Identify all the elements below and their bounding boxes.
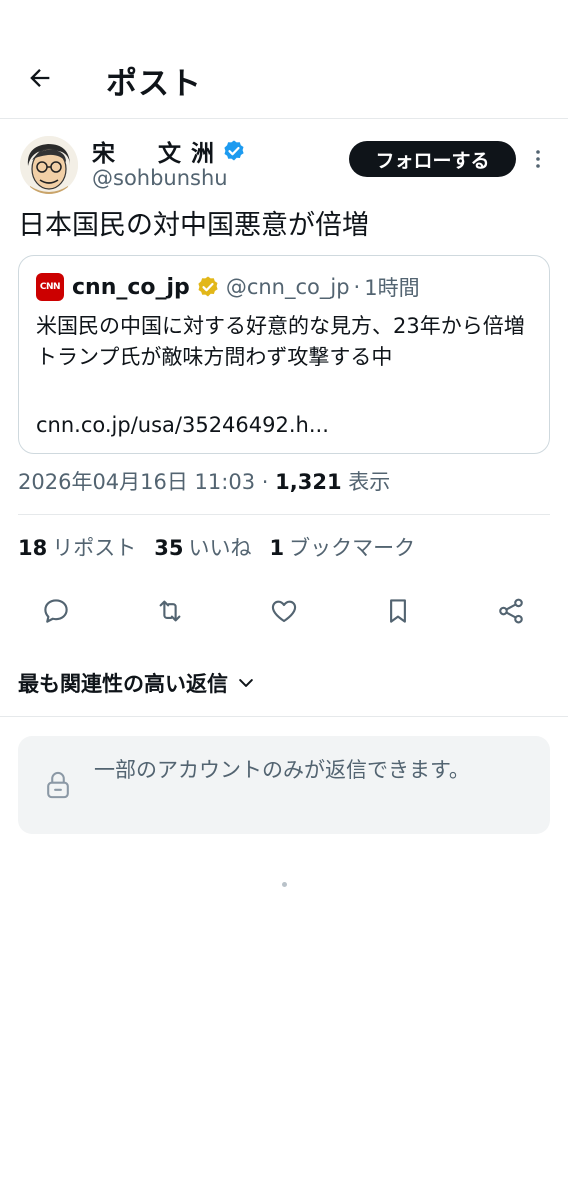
quoted-author-handle: @cnn_co_jp [225,275,350,299]
follow-button[interactable]: フォローする [349,141,516,177]
avatar[interactable] [20,136,78,194]
quoted-post-header: CNN cnn_co_jp @cnn_co_jp · 1時間 [36,272,420,302]
view-count: 1,321 [275,470,342,494]
loading-indicator [282,882,287,887]
action-bar [0,596,568,632]
cnn-logo: CNN [36,273,64,301]
separator-dot: · [261,470,269,494]
chevron-down-icon [239,679,253,687]
quoted-post-link[interactable]: cnn.co.jp/usa/35246492.h... [36,410,329,441]
author-handle[interactable]: @sohbunshu [92,166,228,190]
likes-label: いいね [188,536,252,560]
bookmarks-count: 1 [269,536,285,560]
divider [0,716,568,717]
reposts-count: 18 [18,536,48,560]
divider [18,514,550,515]
bookmarks-label: ブックマーク [289,536,416,560]
author-display-name[interactable]: 宋 文洲 [92,134,224,168]
reply-icon[interactable] [41,596,71,626]
bookmarks-stat[interactable]: 1 ブックマーク [269,532,415,562]
quoted-post-text: 米国民の中国に対する好意的な見方、23年から倍増 トランプ氏が敵味方問わず攻撃す… [36,314,546,369]
likes-count: 35 [154,536,184,560]
top-bar: ポスト [0,0,568,119]
repost-icon[interactable] [155,596,185,626]
like-icon[interactable] [269,596,299,626]
quoted-author-name: cnn_co_jp [72,274,190,300]
lock-icon [47,771,69,799]
reply-restriction-text: 一部のアカウントのみが返信できます。 [94,758,470,782]
views-label: 表示 [348,470,391,494]
author-name-row[interactable]: 宋 文洲 [92,134,246,168]
post-text: 日本国民の対中国悪意が倍増 [18,210,369,241]
reply-sort-label: 最も関連性の高い返信 [18,672,228,696]
back-button[interactable] [22,60,58,96]
reposts-stat[interactable]: 18 リポスト [18,532,136,562]
reply-restriction-notice: 一部のアカウントのみが返信できます。 [18,736,550,834]
reposts-label: リポスト [52,536,137,560]
arrow-left-icon [30,69,50,87]
likes-stat[interactable]: 35 いいね [154,532,251,562]
post-datetime[interactable]: 2026年04月16日 11:03 [18,470,255,494]
reply-sort-dropdown[interactable]: 最も関連性の高い返信 [18,668,256,698]
separator-dot: · [353,275,361,299]
quoted-post-time: 1時間 [364,276,420,300]
page-title: ポスト [106,66,202,102]
quoted-post-card[interactable]: CNN cnn_co_jp @cnn_co_jp · 1時間 米国民の中国に対す… [18,255,550,454]
more-options-icon[interactable] [526,147,550,171]
verified-badge-icon [224,140,244,161]
verified-gold-badge-icon [198,276,218,297]
engagement-stats: 18 リポスト 35 いいね 1 ブックマーク [18,532,433,562]
bookmark-icon[interactable] [383,596,413,626]
share-icon[interactable] [496,596,526,626]
post-meta: 2026年04月16日 11:03 · 1,321 表示 [18,466,390,496]
